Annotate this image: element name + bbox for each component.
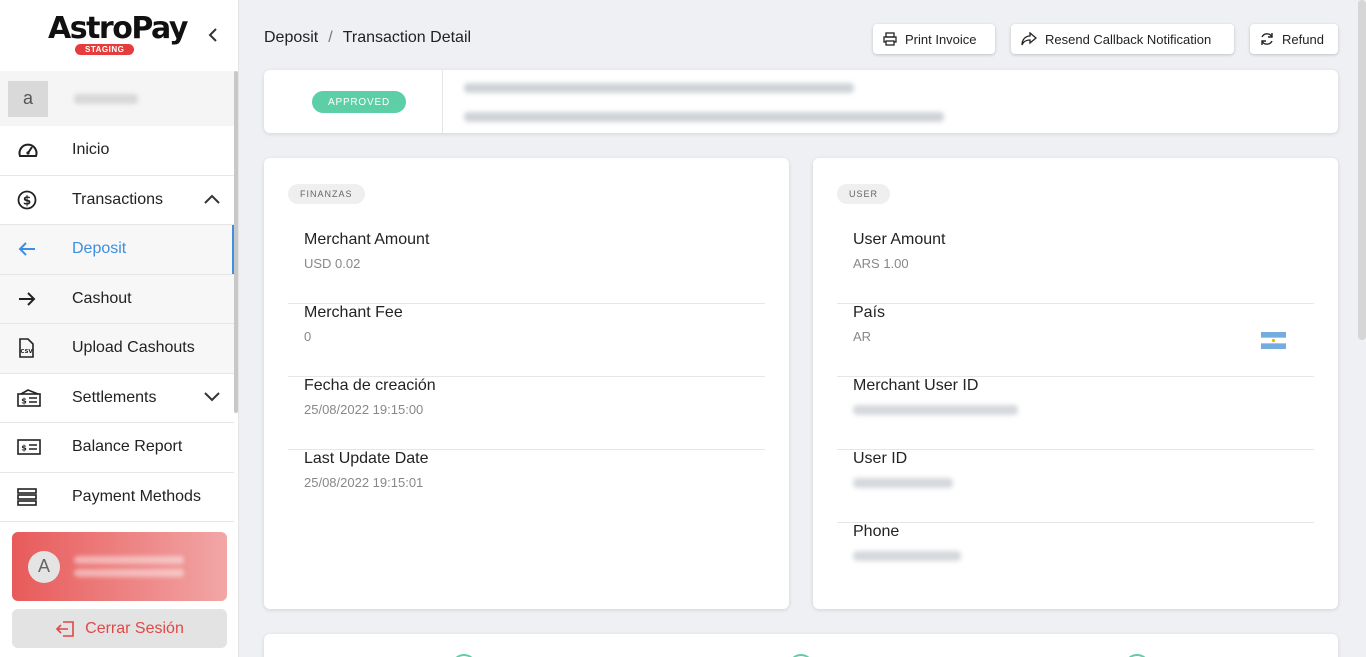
field-label: Phone: [853, 523, 900, 540]
sidebar-item-label: Upload Cashouts: [72, 339, 195, 357]
sidebar-item-label: Balance Report: [72, 438, 183, 456]
resend-callback-label: Resend Callback Notification: [1045, 31, 1212, 47]
logout-icon: [56, 620, 74, 637]
field-value: ARS 1.00: [853, 256, 909, 271]
argentina-flag-icon: [1261, 332, 1286, 349]
page-scrollbar[interactable]: [1358, 0, 1366, 340]
sidebar-item-payment-methods[interactable]: Payment Methods: [0, 473, 234, 522]
print-invoice-button[interactable]: Print Invoice: [873, 24, 995, 54]
sidebar-item-settlements[interactable]: $ Settlements: [0, 374, 234, 423]
settlements-icon: $: [0, 388, 72, 407]
env-badge: STAGING: [75, 43, 135, 55]
phone-redacted: [853, 551, 961, 561]
transaction-status-card: APPROVED: [264, 70, 1338, 133]
breadcrumb-separator: /: [328, 29, 333, 46]
field-label: Merchant User ID: [853, 377, 979, 394]
sidebar-item-label: Inicio: [72, 141, 110, 159]
field-label: User ID: [853, 450, 908, 467]
sidebar-item-label: Settlements: [72, 388, 157, 406]
sidebar-item-label: Deposit: [72, 240, 127, 258]
collapse-sidebar-button[interactable]: [205, 27, 221, 43]
svg-text:$: $: [21, 444, 27, 453]
logout-label: Cerrar Sesión: [85, 619, 184, 637]
user-name-redacted: [74, 93, 138, 104]
user-id-redacted: [853, 478, 953, 488]
field-merchant-amount: Merchant Amount USD 0.02: [288, 231, 765, 304]
dashboard-gauge-icon: [0, 141, 72, 159]
account-details-redacted: [74, 551, 184, 582]
chevron-left-icon: [208, 28, 217, 42]
resend-callback-button[interactable]: Resend Callback Notification: [1011, 24, 1234, 54]
field-phone: Phone: [837, 523, 1314, 596]
logo-text: AstroPay: [48, 10, 188, 46]
field-label: Merchant Fee: [304, 304, 403, 321]
balance-card-icon: $: [0, 439, 72, 456]
server-stack-icon: [0, 487, 72, 506]
arrow-right-icon: [0, 291, 72, 307]
field-last-update-date: Last Update Date 25/08/2022 19:15:01: [288, 450, 765, 523]
field-created-date: Fecha de creación 25/08/2022 19:15:00: [288, 377, 765, 450]
sidebar-item-upload-cashouts[interactable]: CSV Upload Cashouts: [0, 324, 234, 374]
logout-button[interactable]: Cerrar Sesión: [12, 609, 227, 648]
share-forward-icon: [1021, 32, 1037, 46]
print-invoice-label: Print Invoice: [905, 31, 977, 47]
status-badge: APPROVED: [312, 91, 406, 113]
sidebar-item-deposit[interactable]: Deposit: [0, 225, 234, 275]
sidebar-item-label: Payment Methods: [72, 487, 201, 505]
field-user-id: User ID: [837, 450, 1314, 523]
sidebar-item-transactions[interactable]: $ Transactions: [0, 176, 234, 225]
reference-redacted: [464, 112, 944, 122]
account-card[interactable]: A: [12, 532, 227, 601]
user-chip: USER: [837, 184, 891, 204]
finanzas-card: FINANZAS Merchant Amount USD 0.02 Mercha…: [264, 158, 789, 609]
sidebar-item-cashout[interactable]: Cashout: [0, 274, 234, 324]
svg-text:CSV: CSV: [20, 349, 33, 355]
field-value: 25/08/2022 19:15:01: [304, 475, 424, 490]
transaction-id-redacted: [464, 83, 854, 93]
refund-button[interactable]: Refund: [1250, 24, 1338, 54]
sidebar-scrollbar[interactable]: [234, 71, 238, 413]
account-avatar: A: [28, 550, 60, 583]
refund-label: Refund: [1282, 31, 1324, 47]
sidebar-item-inicio[interactable]: Inicio: [0, 126, 234, 176]
field-value: USD 0.02: [304, 256, 361, 271]
breadcrumb-parent[interactable]: Deposit: [264, 29, 318, 46]
printer-icon: [883, 32, 897, 46]
svg-text:$: $: [23, 193, 31, 207]
field-merchant-user-id: Merchant User ID: [837, 377, 1314, 450]
user-avatar: a: [8, 80, 48, 117]
user-row[interactable]: a: [0, 71, 238, 126]
field-value: AR: [853, 329, 872, 344]
sidebar-item-balance-report[interactable]: $ Balance Report: [0, 423, 234, 473]
field-label: User Amount: [853, 231, 946, 248]
field-country: País AR: [837, 304, 1314, 377]
astropay-logo: AstroPay STAGING: [48, 12, 188, 59]
logo-area: AstroPay STAGING: [0, 0, 238, 71]
chevron-down-icon: [204, 389, 220, 407]
timeline-card: [264, 634, 1338, 657]
sidebar-item-label: Cashout: [72, 289, 132, 307]
sidebar-item-label: Transactions: [72, 190, 163, 208]
arrow-left-icon: [0, 241, 72, 257]
field-label: País: [853, 304, 886, 321]
dollar-circle-icon: $: [0, 190, 72, 210]
field-merchant-fee: Merchant Fee 0: [288, 304, 765, 377]
sidebar: AstroPay STAGING a Inicio $ Transactions…: [0, 0, 239, 657]
svg-text:$: $: [21, 396, 27, 405]
field-value: 0: [304, 329, 312, 344]
user-card: USER User Amount ARS 1.00 País AR Mercha…: [813, 158, 1338, 609]
merchant-user-id-redacted: [853, 405, 1018, 415]
chevron-up-icon: [204, 191, 220, 209]
refresh-icon: [1261, 33, 1273, 45]
breadcrumb: Deposit / Transaction Detail: [264, 29, 471, 47]
field-label: Last Update Date: [304, 450, 429, 467]
field-value: 25/08/2022 19:15:00: [304, 402, 424, 417]
csv-file-icon: CSV: [0, 338, 72, 359]
breadcrumb-current: Transaction Detail: [342, 29, 472, 46]
field-label: Merchant Amount: [304, 231, 430, 248]
status-divider: [442, 70, 443, 133]
field-label: Fecha de creación: [304, 377, 436, 394]
finanzas-chip: FINANZAS: [288, 184, 365, 204]
field-user-amount: User Amount ARS 1.00: [837, 231, 1314, 304]
